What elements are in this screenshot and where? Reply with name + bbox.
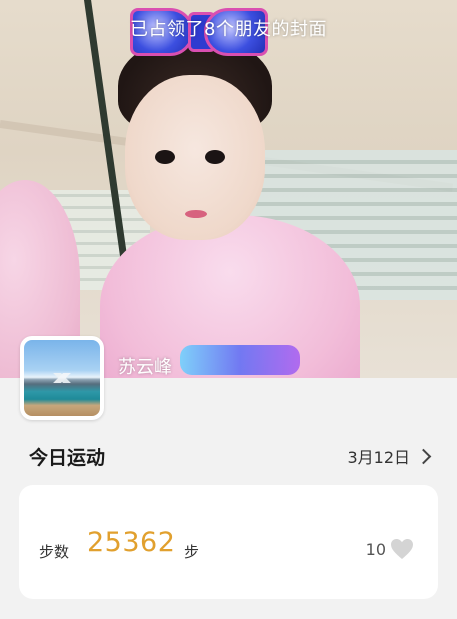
cover-photo[interactable] [0,0,457,378]
avatar-mountain [24,373,100,383]
wechat-sports-page: 已占领了8个朋友的封面 苏云峰 今日运动 3月12日 步数 25362 步 10 [0,0,457,619]
date-selector[interactable]: 3月12日 [347,444,432,468]
girl-eye-right [205,150,225,164]
date-label: 3月12日 [347,448,410,467]
like-count: 10 [365,539,386,559]
avatar[interactable] [20,336,104,420]
steps-unit: 步 [184,543,200,561]
steps-label: 步数 [39,543,70,561]
steps-card[interactable]: 步数 25362 步 10 [19,485,438,599]
girl-lips [185,210,207,218]
username[interactable]: 苏云峰 [118,353,172,379]
avatar-landscape-image [24,340,100,416]
heart-icon[interactable] [390,538,414,560]
girl-eye-left [155,150,175,164]
steps-value: 25362 [87,527,176,558]
today-exercise-title: 今日运动 [29,447,106,469]
dress-belt [180,345,300,375]
like-button[interactable]: 10 [366,538,414,560]
cover-caption: 已占领了8个朋友的封面 [130,19,327,40]
chevron-right-icon [415,448,432,465]
